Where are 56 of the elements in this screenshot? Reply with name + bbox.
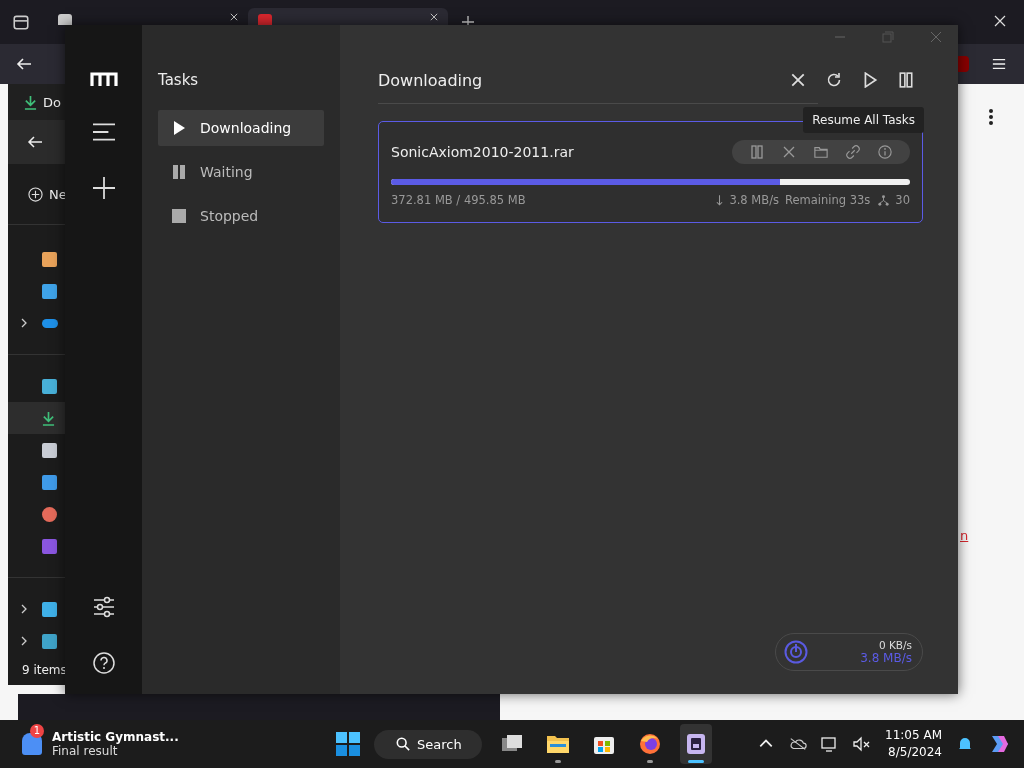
folder-icon[interactable] [814, 145, 828, 159]
widget-title[interactable]: Artistic Gymnast... [52, 730, 179, 744]
clock-date[interactable]: 8/5/2024 [888, 744, 942, 761]
info-icon[interactable] [878, 145, 892, 159]
expand-icon[interactable] [21, 604, 27, 614]
logo-icon [89, 71, 118, 87]
progress-text: 372.81 MB / 495.85 MB [391, 193, 526, 207]
category-item[interactable]: Downloading [158, 110, 324, 146]
volume-icon[interactable] [853, 736, 872, 752]
tab-actions-icon[interactable] [12, 13, 30, 31]
category-item[interactable]: Stopped [158, 198, 324, 234]
favicon-icon [258, 14, 272, 25]
search-field[interactable]: Search [374, 729, 482, 759]
remaining-text: Remaining 33s [785, 193, 871, 207]
add-icon[interactable] [28, 186, 43, 202]
download-icon [24, 94, 37, 110]
play-icon[interactable] [862, 72, 878, 88]
start-icon[interactable] [336, 732, 360, 756]
panel-title: Tasks [158, 70, 200, 90]
menu-icon[interactable] [992, 57, 1006, 71]
more-icon[interactable] [988, 108, 994, 126]
pause-icon[interactable] [898, 72, 914, 88]
clock-time[interactable]: 11:05 AM [885, 727, 942, 744]
stop-icon [172, 209, 186, 223]
download-speed: 3.8 MB/s [860, 651, 912, 665]
back-icon[interactable] [16, 56, 32, 72]
favicon-icon [58, 14, 72, 25]
speed-text: 3.8 MB/s [729, 193, 779, 207]
download-arrow-icon [716, 194, 724, 206]
expand-icon[interactable] [21, 636, 27, 646]
link-icon[interactable] [846, 145, 860, 159]
back-icon[interactable] [27, 134, 43, 150]
file-name: SonicAxiom2010-2011.rar [391, 144, 575, 160]
play-icon [172, 121, 186, 135]
taskbar-app[interactable] [679, 724, 712, 764]
upload-speed: 0 KB/s [878, 639, 912, 651]
download-icon[interactable] [42, 410, 55, 426]
widget-subtitle[interactable]: Final result [52, 744, 179, 758]
connections-icon [878, 194, 890, 206]
search-icon [396, 737, 410, 751]
badge: 1 [30, 724, 44, 738]
pause-icon [172, 165, 186, 179]
menu-icon[interactable] [92, 121, 115, 143]
category-item[interactable]: Waiting [158, 154, 324, 190]
list-title: Downloading [378, 70, 484, 90]
status-text: 9 items [21, 663, 68, 679]
browser-icon [637, 732, 662, 756]
add-icon[interactable] [92, 177, 115, 199]
settings-icon[interactable] [92, 596, 115, 618]
expand-icon[interactable] [21, 318, 27, 328]
help-icon[interactable] [92, 652, 115, 674]
window-title: Do [43, 94, 61, 110]
connections-count: 30 [895, 193, 910, 207]
link[interactable]: n [960, 528, 969, 543]
refresh-icon[interactable] [826, 72, 842, 88]
tooltip: Resume All Tasks [803, 107, 924, 133]
